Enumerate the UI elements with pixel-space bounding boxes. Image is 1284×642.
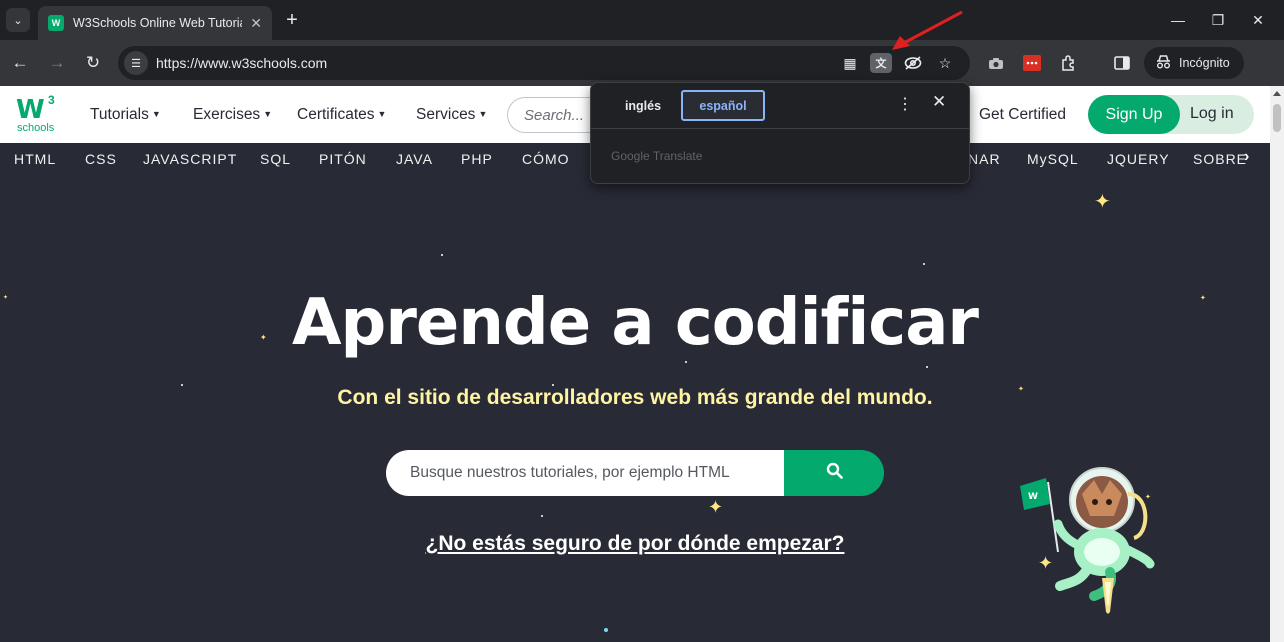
restore-icon[interactable]: ❐ [1206, 8, 1230, 32]
menu-services-label: Services [416, 106, 476, 123]
popup-divider [591, 128, 969, 129]
hero-title: Aprende a codificar [292, 286, 979, 360]
bookmark-star-icon[interactable]: ☆ [934, 53, 956, 73]
red-arrow-annotation [892, 10, 963, 50]
logo-text: schools [17, 122, 55, 134]
w3schools-favicon-icon: W [48, 15, 64, 31]
star-dot [441, 254, 443, 256]
star-dot [923, 263, 925, 265]
chevron-right-icon[interactable]: › [1244, 148, 1249, 166]
star-dot [926, 366, 928, 368]
star-icon: ✦ [1094, 191, 1111, 213]
menu-certificates[interactable]: Certificates ▼ [297, 106, 386, 124]
caret-down-icon: ▼ [478, 109, 488, 119]
incognito-badge[interactable]: Incógnito [1144, 47, 1244, 79]
star-dot [604, 628, 608, 632]
menu-tutorials[interactable]: Tutorials ▼ [90, 106, 161, 124]
translate-icon[interactable]: 文 [870, 53, 892, 73]
tab-bar: ⌄ W W3Schools Online Web Tutorials ✕ + —… [0, 0, 1284, 40]
logo-superscript: 3 [48, 93, 55, 107]
address-bar[interactable]: ☰ https://www.w3schools.com ▦ 文 ☆ [118, 46, 970, 80]
menu-certificates-label: Certificates [297, 106, 375, 123]
side-panel-icon[interactable] [1111, 53, 1133, 73]
menu-exercises-label: Exercises [193, 106, 261, 123]
close-icon[interactable]: ✕ [932, 92, 946, 112]
translate-popup: inglés español ⋮ ✕ Google Translate [590, 82, 970, 184]
extensions-puzzle-icon[interactable] [1058, 53, 1080, 73]
new-tab-button[interactable]: + [282, 8, 302, 32]
hero-section: ✦ ✦ ✦ ✦ ✦ ✦ ✦ ✦ Aprende a codificar Con … [0, 174, 1270, 642]
auth-buttons: Sign Up Log in [1088, 95, 1254, 134]
tutorial-search-placeholder: Busque nuestros tutoriales, por ejemplo … [410, 464, 730, 481]
url-text[interactable]: https://www.w3schools.com [156, 55, 327, 71]
tab-title: W3Schools Online Web Tutorials [73, 16, 243, 30]
topic-java[interactable]: JAVA [396, 151, 433, 167]
svg-text:W: W [1028, 492, 1038, 502]
qr-code-icon[interactable]: ▦ [839, 53, 861, 73]
close-tab-icon[interactable]: ✕ [250, 15, 262, 32]
topic-html[interactable]: HTML [14, 151, 56, 167]
tab-search-button[interactable]: ⌄ [6, 8, 30, 32]
topic-mysql[interactable]: MySQL [1027, 151, 1079, 167]
eye-off-icon[interactable] [902, 53, 924, 73]
logo-mark: W [16, 95, 45, 125]
powered-by-google-translate: Google Translate [611, 149, 703, 163]
star-dot [541, 515, 543, 517]
w3schools-logo[interactable]: W 3 schools [16, 93, 60, 137]
forward-icon[interactable]: → [45, 51, 69, 75]
site-info-icon[interactable]: ☰ [124, 51, 148, 75]
camera-extension-icon[interactable] [985, 53, 1007, 73]
star-icon: ✦ [708, 497, 724, 517]
red-extension-icon[interactable] [1021, 53, 1043, 73]
get-certified-link[interactable]: Get Certified [979, 106, 1066, 124]
target-language-tab[interactable]: español [681, 90, 765, 121]
topic-jquery[interactable]: JQUERY [1107, 151, 1170, 167]
source-language-tab[interactable]: inglés [607, 90, 679, 121]
incognito-label: Incógnito [1179, 56, 1230, 70]
more-options-icon[interactable]: ⋮ [897, 94, 913, 114]
topic-php[interactable]: PHP [461, 151, 493, 167]
incognito-icon [1156, 54, 1171, 72]
star-dot [685, 361, 687, 363]
tutorial-search-input[interactable]: Busque nuestros tutoriales, por ejemplo … [386, 450, 784, 496]
search-button[interactable] [784, 450, 884, 496]
topic-sql[interactable]: SQL [260, 151, 291, 167]
log-in-button[interactable]: Log in [1190, 105, 1234, 123]
hero-subtitle: Con el sitio de desarrolladores web más … [337, 386, 933, 409]
menu-services[interactable]: Services ▼ [416, 106, 487, 124]
menu-tutorials-label: Tutorials [90, 106, 149, 123]
page-scrollbar[interactable] [1270, 86, 1284, 642]
site-search-placeholder: Search... [524, 107, 585, 124]
browser-toolbar: ← → ↻ ☰ https://www.w3schools.com ▦ 文 ☆ … [0, 40, 1284, 86]
caret-down-icon: ▼ [151, 109, 161, 119]
menu-exercises[interactable]: Exercises ▼ [193, 106, 272, 124]
browser-tab[interactable]: W W3Schools Online Web Tutorials ✕ [38, 6, 272, 40]
topic-python[interactable]: PITÓN [319, 151, 367, 167]
sign-up-button[interactable]: Sign Up [1088, 95, 1180, 134]
reload-icon[interactable]: ↻ [81, 51, 105, 75]
minimize-icon[interactable]: — [1166, 8, 1190, 32]
close-window-icon[interactable]: ✕ [1246, 8, 1270, 32]
topic-howto[interactable]: CÓMO [522, 151, 570, 167]
scrollbar-thumb[interactable] [1273, 104, 1281, 132]
topic-nar[interactable]: NAR [968, 151, 1001, 167]
caret-down-icon: ▼ [377, 109, 387, 119]
topic-css[interactable]: CSS [85, 151, 117, 167]
search-icon [826, 462, 843, 484]
topic-javascript[interactable]: JAVASCRIPT [143, 151, 237, 167]
scroll-up-arrow-icon[interactable] [1273, 91, 1281, 96]
astronaut-illustration: W [1010, 464, 1170, 624]
topic-about[interactable]: SOBRE [1193, 151, 1247, 167]
back-icon[interactable]: ← [8, 51, 32, 75]
caret-down-icon: ▼ [263, 109, 273, 119]
